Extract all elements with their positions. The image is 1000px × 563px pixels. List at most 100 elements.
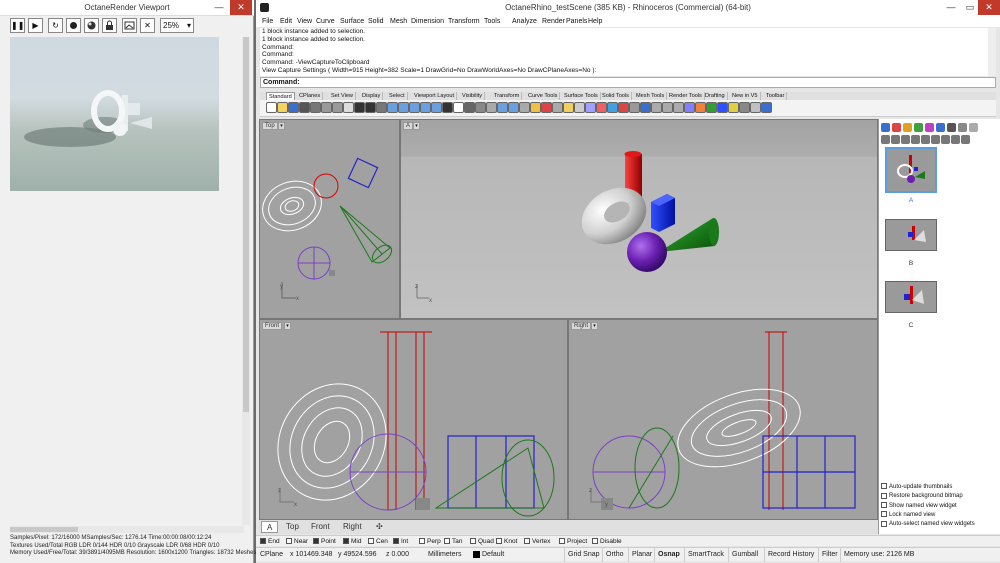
properties-icon[interactable] bbox=[497, 102, 508, 113]
teapot-icon[interactable] bbox=[750, 102, 761, 113]
named-view-label[interactable]: A bbox=[885, 197, 937, 204]
tab-new-in-v5[interactable]: New in V5 bbox=[730, 92, 761, 100]
stop-button[interactable]: ✕ bbox=[140, 18, 155, 33]
scroll-thumb[interactable] bbox=[243, 37, 249, 412]
panel-tab-icon[interactable] bbox=[881, 123, 890, 132]
tab-toolbar[interactable]: Toolbar bbox=[764, 92, 788, 100]
open-icon[interactable] bbox=[277, 102, 288, 113]
osnap-perp[interactable]: Perp bbox=[419, 536, 441, 547]
reset-button[interactable]: ↻ bbox=[48, 18, 63, 33]
play-button[interactable]: ▶ bbox=[28, 18, 43, 33]
panel-tool-icon[interactable] bbox=[891, 135, 900, 144]
checkbox[interactable] bbox=[559, 538, 565, 545]
save-icon[interactable] bbox=[288, 102, 299, 113]
zoom-extents-icon[interactable] bbox=[420, 102, 431, 113]
panel-tool-icon[interactable] bbox=[921, 135, 930, 144]
osnap-point[interactable]: Point bbox=[313, 536, 336, 547]
checkbox[interactable] bbox=[260, 538, 266, 545]
viewport-top[interactable]: Top ▾ y x bbox=[259, 119, 400, 319]
pause-button[interactable]: ❚❚ bbox=[10, 18, 25, 33]
render-preview[interactable] bbox=[10, 37, 219, 191]
menu-item-analyze[interactable]: Analyze bbox=[512, 16, 537, 27]
hide-icon[interactable] bbox=[541, 102, 552, 113]
panel-tab-icon[interactable] bbox=[914, 123, 923, 132]
menu-item-curve[interactable]: Curve bbox=[316, 16, 335, 27]
named-view-label[interactable]: B bbox=[885, 260, 937, 267]
zoom-select[interactable]: 25% ▾ bbox=[160, 18, 194, 33]
light-icon[interactable] bbox=[563, 102, 574, 113]
checkbox[interactable] bbox=[881, 502, 887, 509]
render-icon[interactable] bbox=[695, 102, 706, 113]
tab-render-tools[interactable]: Render Tools bbox=[667, 92, 705, 100]
panel-tool-icon[interactable] bbox=[911, 135, 920, 144]
tab-visibility[interactable]: Visibility bbox=[460, 92, 486, 100]
osnap-project[interactable]: Project bbox=[559, 536, 587, 547]
tab-display[interactable]: Display bbox=[360, 92, 384, 100]
redo-icon[interactable] bbox=[365, 102, 376, 113]
named-view-thumb-a[interactable] bbox=[885, 147, 937, 193]
checkbox[interactable] bbox=[419, 538, 425, 545]
sunlight-icon[interactable] bbox=[728, 102, 739, 113]
checkbox[interactable] bbox=[368, 538, 374, 545]
checkbox[interactable] bbox=[470, 538, 476, 545]
checkbox[interactable] bbox=[444, 538, 450, 545]
viewport-front[interactable]: Front ▾ z x bbox=[259, 319, 568, 520]
tab-drafting[interactable]: Drafting bbox=[703, 92, 728, 100]
cplane-icon[interactable] bbox=[519, 102, 530, 113]
copy-icon[interactable] bbox=[332, 102, 343, 113]
paste-icon[interactable] bbox=[343, 102, 354, 113]
camera-icon[interactable] bbox=[66, 18, 81, 33]
grid-snap-button[interactable]: Grid Snap bbox=[564, 548, 600, 562]
rendered-icon[interactable] bbox=[596, 102, 607, 113]
osnap-quad[interactable]: Quad bbox=[470, 536, 494, 547]
tab-solid-tools[interactable]: Solid Tools bbox=[600, 92, 632, 100]
tab-viewport-layout[interactable]: Viewport Layout bbox=[412, 92, 458, 100]
layer-icon[interactable] bbox=[552, 102, 563, 113]
zoom-selected-icon[interactable] bbox=[431, 102, 442, 113]
text-icon[interactable] bbox=[662, 102, 673, 113]
menu-item-mesh[interactable]: Mesh bbox=[390, 16, 407, 27]
panel-option[interactable]: Show named view widget bbox=[881, 502, 957, 511]
save-image-icon[interactable] bbox=[122, 18, 137, 33]
undo-icon[interactable] bbox=[354, 102, 365, 113]
checkbox[interactable] bbox=[496, 538, 502, 545]
tab-transform[interactable]: Transform bbox=[492, 92, 523, 100]
checkbox[interactable] bbox=[881, 511, 887, 518]
osnap-end[interactable]: End bbox=[260, 536, 280, 547]
viewport-perspective[interactable]: A ▾ z x bbox=[400, 119, 878, 319]
panel-tool-icon[interactable] bbox=[931, 135, 940, 144]
named-views-icon[interactable] bbox=[508, 102, 519, 113]
tab-surface-tools[interactable]: Surface Tools bbox=[562, 92, 601, 100]
panel-option[interactable]: Lock named view bbox=[881, 511, 935, 520]
checkbox[interactable] bbox=[313, 538, 319, 545]
named-view-label[interactable]: C bbox=[885, 322, 937, 329]
menu-item-file[interactable]: File bbox=[262, 16, 273, 27]
zoom-window-icon[interactable] bbox=[409, 102, 420, 113]
menu-item-render[interactable]: Render bbox=[542, 16, 565, 27]
history-scrollbar[interactable] bbox=[988, 28, 996, 76]
cplane-label[interactable]: CPlane bbox=[260, 548, 283, 562]
viewport-tab-top[interactable]: Top bbox=[281, 521, 304, 533]
zoom-icon[interactable] bbox=[398, 102, 409, 113]
units-label[interactable]: Millimeters bbox=[428, 548, 461, 562]
sphere-icon[interactable] bbox=[607, 102, 618, 113]
menu-item-solid[interactable]: Solid bbox=[368, 16, 384, 27]
shaded-icon[interactable] bbox=[585, 102, 596, 113]
panel-tab-icon[interactable] bbox=[892, 123, 901, 132]
named-view-thumb-b[interactable] bbox=[885, 219, 937, 251]
panel-tab-icon[interactable] bbox=[925, 123, 934, 132]
panel-tool-icon[interactable] bbox=[951, 135, 960, 144]
osnap-tan[interactable]: Tan bbox=[444, 536, 462, 547]
menu-item-view[interactable]: View bbox=[297, 16, 312, 27]
horizontal-scrollbar[interactable] bbox=[10, 526, 244, 533]
osnap-button[interactable]: Osnap bbox=[654, 548, 680, 562]
minimize-button[interactable]: — bbox=[208, 0, 230, 15]
panel-option[interactable]: Auto-select named view widgets bbox=[881, 520, 975, 529]
ortho-button[interactable]: Ortho bbox=[602, 548, 624, 562]
layer-label[interactable]: Default bbox=[482, 548, 504, 562]
close-button[interactable]: ✕ bbox=[978, 0, 1000, 15]
viewport-tab-front[interactable]: Front bbox=[306, 521, 335, 533]
panel-tool-icon[interactable] bbox=[941, 135, 950, 144]
menu-item-panels[interactable]: Panels bbox=[566, 16, 587, 27]
tab-cplanes[interactable]: CPlanes bbox=[297, 92, 324, 100]
